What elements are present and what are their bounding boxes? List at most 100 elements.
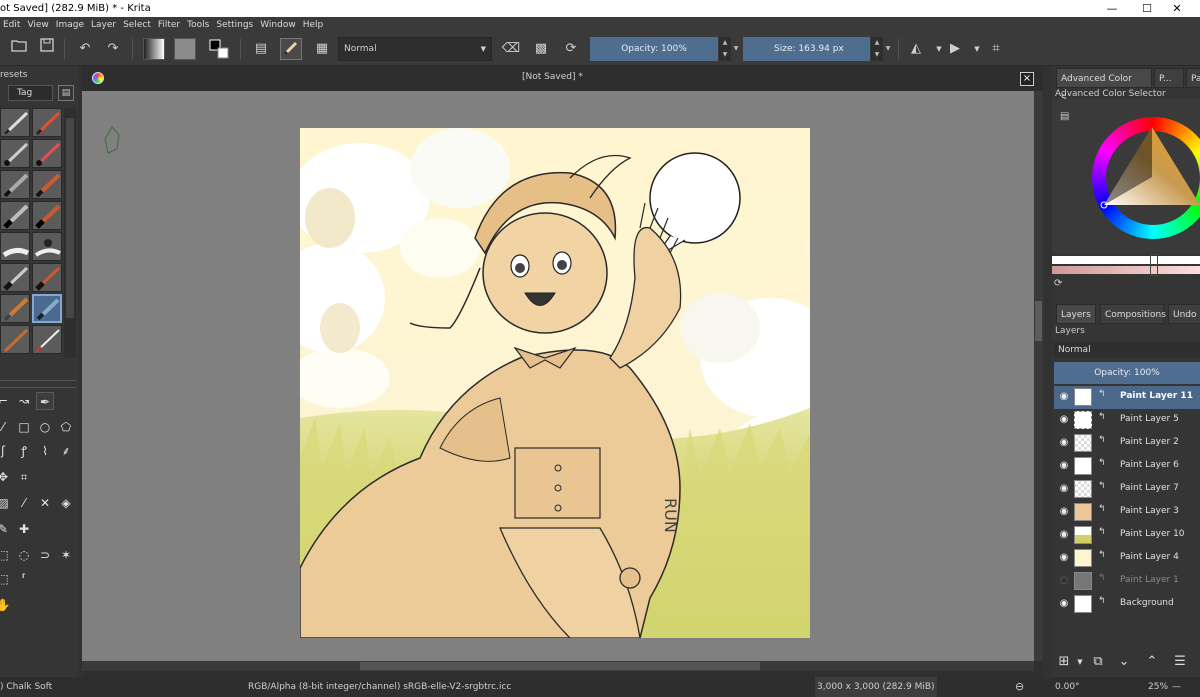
menu-image[interactable]: Image xyxy=(53,17,88,33)
tag-select[interactable]: Tag xyxy=(8,85,53,101)
bezier-select-icon[interactable]: ⸢ xyxy=(15,570,33,588)
fg-bg-color-icon[interactable] xyxy=(208,38,230,60)
reload-preset-icon[interactable]: ⟳ xyxy=(560,38,582,60)
menu-tools[interactable]: Tools xyxy=(184,17,213,33)
ellipse-select-icon[interactable]: ◌ xyxy=(15,546,33,564)
lasso-select-icon[interactable]: ⊃ xyxy=(36,546,54,564)
duplicate-layer-icon[interactable]: ⧉ xyxy=(1088,652,1108,672)
tab-compositions[interactable]: Compositions xyxy=(1100,304,1166,324)
close-window-button[interactable]: ✕ xyxy=(1160,0,1194,17)
menu-view[interactable]: View xyxy=(24,17,52,33)
zoom-label[interactable]: 25% xyxy=(1148,677,1168,697)
brush-preset[interactable] xyxy=(32,139,62,168)
crop-wrap-icon[interactable]: ⌗ xyxy=(985,38,1007,60)
edit-brush-settings-icon[interactable]: ▤ xyxy=(250,38,272,60)
eyedropper-icon[interactable]: ✎ xyxy=(0,520,12,538)
open-file-icon[interactable] xyxy=(8,38,30,60)
blend-mode-select[interactable]: Normal ▼ xyxy=(338,37,492,61)
polygon-tool-icon[interactable]: ⬠ xyxy=(57,418,75,436)
assistant-tool-icon[interactable]: ✚ xyxy=(15,520,33,538)
tab-undo[interactable]: Undo xyxy=(1168,304,1200,324)
redo-icon[interactable]: ↷ xyxy=(102,38,124,60)
inherit-alpha-icon[interactable]: ↰ xyxy=(1098,412,1108,422)
opacity-slider[interactable]: Opacity: 100% xyxy=(590,37,718,61)
brush-preset[interactable] xyxy=(32,108,62,137)
visibility-eye-icon[interactable]: ◉ xyxy=(1057,483,1071,495)
maximize-button[interactable]: ☐ xyxy=(1130,0,1164,17)
move-layer-down-icon[interactable]: ⌄ xyxy=(1114,652,1134,672)
inherit-alpha-icon[interactable]: ↰ xyxy=(1098,435,1108,445)
close-document-icon[interactable]: × xyxy=(1020,72,1034,86)
menu-select[interactable]: Select xyxy=(120,17,155,33)
brush-preset[interactable] xyxy=(0,263,30,292)
layer-row[interactable]: ◉ ↰ Background xyxy=(1054,593,1200,616)
brush-preset[interactable] xyxy=(32,170,62,199)
canvas-vertical-scrollbar[interactable] xyxy=(1034,91,1043,661)
eraser-icon[interactable]: ⌫ xyxy=(500,38,522,60)
layer-row[interactable]: ◉ ↰ Paint Layer 10 xyxy=(1054,524,1200,547)
undo-icon[interactable]: ↶ xyxy=(74,38,96,60)
fill-tool-icon[interactable]: ◈ xyxy=(57,494,75,512)
polyline-tool-icon[interactable]: ʃ xyxy=(0,442,12,460)
brush-preset[interactable] xyxy=(0,139,30,168)
canvas-viewport[interactable]: RUN xyxy=(82,91,1034,661)
brush-preset-icon[interactable] xyxy=(280,38,302,60)
size-dropdown-icon[interactable]: ▼ xyxy=(882,37,894,61)
inherit-alpha-icon[interactable]: ↰ xyxy=(1098,504,1108,514)
visibility-eye-icon[interactable]: ◉ xyxy=(1057,391,1071,403)
inherit-alpha-icon[interactable]: ↰ xyxy=(1098,389,1108,399)
color-settings-icon[interactable]: ▤ xyxy=(1060,111,1072,123)
brush-preset[interactable] xyxy=(0,294,30,323)
mirror-vertical-icon[interactable]: ▶ xyxy=(944,38,966,60)
visibility-eye-icon[interactable]: ◉ xyxy=(1057,414,1071,426)
layer-row[interactable]: ○ ↰ Paint Layer 1 xyxy=(1054,570,1200,593)
freehand-path-icon[interactable]: ✒ xyxy=(36,392,54,410)
brush-preset[interactable] xyxy=(0,232,30,261)
similar-select-icon[interactable]: ⬚ xyxy=(0,570,12,588)
mirror-horizontal-icon[interactable]: ◭ xyxy=(905,38,927,60)
menu-layer[interactable]: Layer xyxy=(88,17,120,33)
rect-select-icon[interactable]: ⬚ xyxy=(0,546,12,564)
tag-menu-icon[interactable]: ▤ xyxy=(58,85,74,101)
brush-preset-selected[interactable] xyxy=(32,294,62,323)
layer-row[interactable]: ◉ ↰ Paint Layer 2 xyxy=(1054,432,1200,455)
smart-patch-icon[interactable]: ✕ xyxy=(36,494,54,512)
bezier-tool-icon[interactable]: ꝭ xyxy=(15,442,33,460)
layer-blend-mode-select[interactable]: Normal xyxy=(1054,342,1200,358)
visibility-eye-icon[interactable]: ◉ xyxy=(1057,529,1071,541)
brush-preset[interactable] xyxy=(32,325,62,354)
layer-row[interactable]: ◉ ↰ Paint Layer 5 xyxy=(1054,409,1200,432)
canvas-horizontal-scrollbar[interactable] xyxy=(82,661,1034,671)
menu-help[interactable]: Help xyxy=(300,17,328,33)
tab-advanced-color-selector[interactable]: Advanced Color S... xyxy=(1056,68,1152,104)
brush-preset[interactable] xyxy=(32,232,62,261)
minimize-button[interactable]: — xyxy=(1095,0,1129,17)
crop-tool-icon[interactable]: ⌗ xyxy=(15,468,33,486)
layer-row[interactable]: ◉ ↰ Paint Layer 4 xyxy=(1054,547,1200,570)
menu-filter[interactable]: Filter xyxy=(155,17,184,33)
move-layer-up-icon[interactable]: ⌃ xyxy=(1142,652,1162,672)
alpha-lock-icon[interactable]: ▩ xyxy=(530,38,552,60)
gradient-tool-icon[interactable]: ▨ xyxy=(0,494,12,512)
refresh-color-icon[interactable]: ⟳ xyxy=(1054,278,1066,290)
canvas-rotation-icon[interactable]: ⊖ xyxy=(1015,677,1024,697)
zoom-slider[interactable]: — xyxy=(1172,677,1181,697)
gradient-icon[interactable] xyxy=(143,38,165,60)
pattern-icon[interactable] xyxy=(174,38,196,60)
inherit-alpha-icon[interactable]: ↰ xyxy=(1098,573,1108,583)
visibility-eye-hidden-icon[interactable]: ○ xyxy=(1057,575,1071,587)
bezier-curve-icon[interactable]: ⌐ xyxy=(0,392,12,410)
brush-preset[interactable] xyxy=(0,325,30,354)
pan-tool-icon[interactable]: ✋ xyxy=(0,596,12,614)
rectangle-tool-icon[interactable]: □ xyxy=(15,418,33,436)
advanced-color-selector[interactable]: ▤ xyxy=(1052,99,1200,254)
line-tool-icon[interactable]: ⁄ xyxy=(0,418,12,436)
layer-row[interactable]: ◉ ↰ Paint Layer 7 xyxy=(1054,478,1200,501)
inherit-alpha-icon[interactable]: ↰ xyxy=(1098,550,1108,560)
line-gradient-icon[interactable]: ⁄ xyxy=(15,494,33,512)
multibrush-icon[interactable]: ⸙ xyxy=(57,442,75,460)
visibility-eye-icon[interactable]: ◉ xyxy=(1057,552,1071,564)
menu-edit[interactable]: Edit xyxy=(0,17,24,33)
brush-preset[interactable] xyxy=(32,201,62,230)
layer-properties-icon[interactable]: ☰ xyxy=(1170,652,1190,672)
